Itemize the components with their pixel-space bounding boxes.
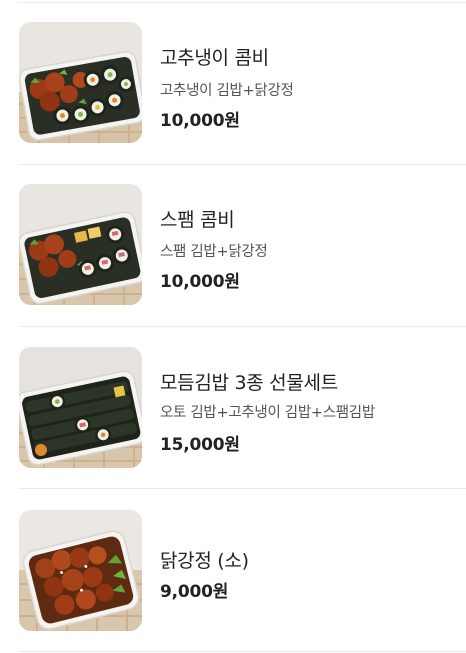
menu-item-photo xyxy=(19,510,142,631)
menu-item-price: 10,000원 xyxy=(160,111,240,131)
menu-item-name: 고추냉이 콤비 xyxy=(160,47,269,69)
menu-item[interactable]: 닭강정 (소) 9,000원 xyxy=(0,488,466,649)
menu-item-info: 스팸 콤비 스팸 김밥+닭강정 10,000원 xyxy=(160,162,460,323)
divider xyxy=(18,651,466,652)
menu-item[interactable]: 모듬김밥 3종 선물세트 오토 김밥+고추냉이 김밥+스팸김밥 15,000원 xyxy=(0,325,466,486)
menu-item-photo xyxy=(19,22,142,143)
menu-item-info: 고추냉이 콤비 고추냉이 김밥+닭강정 10,000원 xyxy=(160,0,460,161)
menu-item-name: 스팸 콤비 xyxy=(160,209,235,231)
menu-item-price: 10,000원 xyxy=(160,272,240,292)
menu-item-name: 닭강정 (소) xyxy=(160,550,249,572)
menu-item-description: 스팸 김밥+닭강정 xyxy=(160,244,268,260)
menu-item[interactable]: 고추냉이 콤비 고추냉이 김밥+닭강정 10,000원 xyxy=(0,0,466,161)
menu-item-name: 모듬김밥 3종 선물세트 xyxy=(160,372,338,394)
menu-item-price: 9,000원 xyxy=(160,582,229,602)
menu-list: 고추냉이 콤비 고추냉이 김밥+닭강정 10,000원 스팸 콤비 스팸 김밥+… xyxy=(0,0,466,653)
menu-item-price: 15,000원 xyxy=(160,435,240,455)
menu-item-photo xyxy=(19,347,142,468)
menu-item-photo xyxy=(19,184,142,305)
menu-item-description: 오토 김밥+고추냉이 김밥+스팸김밥 xyxy=(160,405,375,421)
menu-item-info: 모듬김밥 3종 선물세트 오토 김밥+고추냉이 김밥+스팸김밥 15,000원 xyxy=(160,325,460,486)
menu-item[interactable]: 스팸 콤비 스팸 김밥+닭강정 10,000원 xyxy=(0,162,466,323)
menu-item-description: 고추냉이 김밥+닭강정 xyxy=(160,83,294,99)
menu-item-info: 닭강정 (소) 9,000원 xyxy=(160,488,460,649)
